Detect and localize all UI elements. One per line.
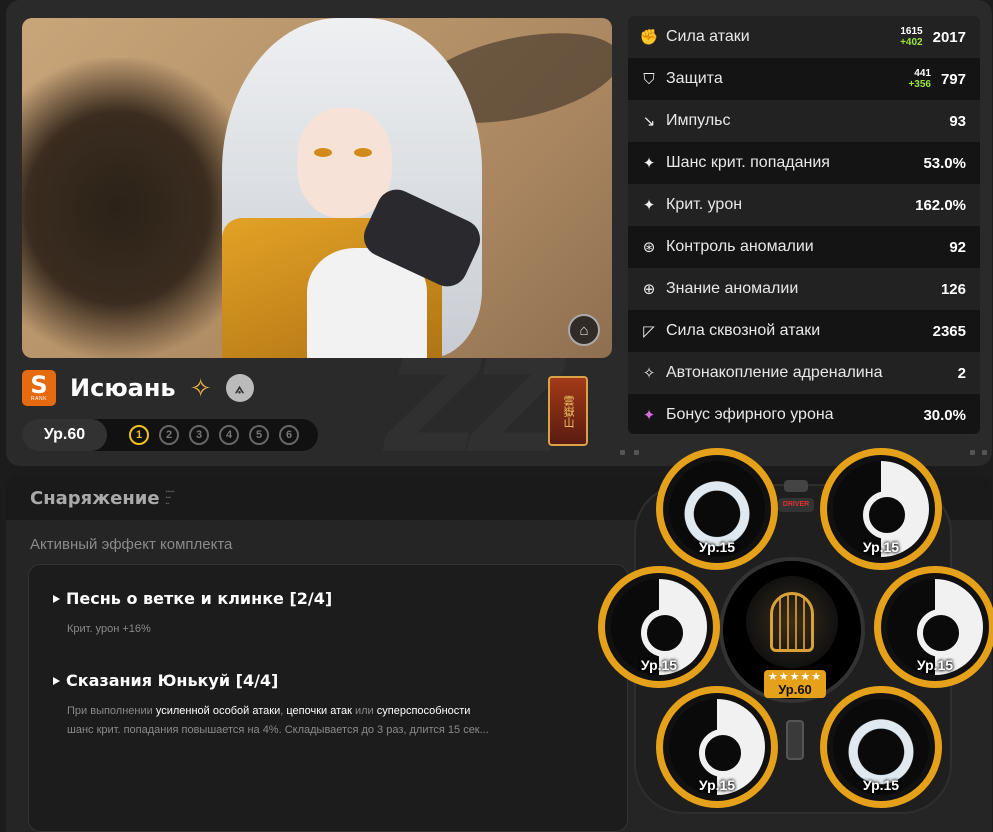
mindscape-indicators: 1 2 3 4 5 6 xyxy=(129,425,299,445)
shield-icon: ⛉ xyxy=(643,70,655,88)
stats-table: ✊ Сила атаки 1615 +402 2017 ⛉ Защита 441… xyxy=(628,16,980,434)
ether-attribute-icon: ✧ xyxy=(189,372,212,403)
active-set-label: Активный эффект комплекта xyxy=(30,536,233,553)
w-engine[interactable] xyxy=(746,576,838,668)
character-portrait: ⌂ xyxy=(22,18,612,358)
rank-badge: S RANK xyxy=(22,370,56,406)
stat-row-pierce: ◸ Сила сквозной атаки 2365 xyxy=(628,310,980,352)
mindscape-5[interactable]: 5 xyxy=(249,425,269,445)
set-effect-desc: При выполнении усиленной особой атаки, ц… xyxy=(67,705,489,736)
stat-row-crit-rate: ✦ Шанс крит. попадания 53.0% xyxy=(628,142,980,184)
mindscape-4[interactable]: 4 xyxy=(219,425,239,445)
mindscape-3[interactable]: 3 xyxy=(189,425,209,445)
anomaly-knowledge-icon: ⊕ xyxy=(642,281,656,298)
faction-icon: ⟑ xyxy=(225,374,254,402)
star-icon: ★★★★★ xyxy=(767,670,823,683)
stat-row-defense: ⛉ Защита 441 +356 797 xyxy=(628,58,980,100)
stat-row-crit-dmg: ✦ Крит. урон 162.0% xyxy=(628,184,980,226)
stat-row-impulse: ↘ Импульс 93 xyxy=(628,100,980,142)
mindscape-1[interactable]: 1 xyxy=(129,425,149,445)
birdcage-icon xyxy=(770,592,814,652)
set-effect-title: Сказания Юнькуй [4/4] xyxy=(53,671,489,690)
anomaly-control-icon: ⊛ xyxy=(642,239,656,256)
drive-disc-4[interactable]: Ур.15 xyxy=(820,686,942,808)
character-header: S RANK Исюань ✧ ⟑ xyxy=(22,370,254,406)
stat-row-anomaly-control: ⊛ Контроль аномалии 92 xyxy=(628,226,980,268)
drive-disc-1[interactable]: Ур.15 xyxy=(656,448,778,570)
crit-rate-icon: ✦ xyxy=(642,155,656,172)
drive-disc-6[interactable]: Ур.15 xyxy=(598,566,720,688)
pierce-icon: ◸ xyxy=(643,323,655,340)
set-effect-title: Песнь о ветке и клинке [2/4] xyxy=(53,589,332,608)
character-level: Ур.60 xyxy=(22,419,107,451)
impulse-icon: ↘ xyxy=(642,113,656,130)
set-effect-1[interactable]: Песнь о ветке и клинке [2/4] Крит. урон … xyxy=(53,589,332,639)
drive-disc-2[interactable]: Ур.15 xyxy=(820,448,942,570)
character-name: Исюань xyxy=(70,374,176,402)
mindscape-6[interactable]: 6 xyxy=(279,425,299,445)
fist-icon: ✊ xyxy=(639,29,659,46)
drive-disc-wheel: DRIVER ★★★★★ Ур.60 Ур.15 Ур.15 Ур.15 Ур.… xyxy=(598,444,993,832)
stat-row-anomaly-knowledge: ⊕ Знание аномалии 126 xyxy=(628,268,980,310)
outfit-hanger-icon[interactable]: ⌂ xyxy=(568,314,600,346)
w-engine-level: ★★★★★ Ур.60 xyxy=(764,670,826,698)
crit-dmg-icon: ✦ xyxy=(642,197,656,214)
set-effects-box: Песнь о ветке и клинке [2/4] Крит. урон … xyxy=(28,564,628,832)
level-bar: Ур.60 1 2 3 4 5 6 xyxy=(22,419,318,451)
adrenaline-icon: ✧ xyxy=(642,365,656,382)
stat-row-attack: ✊ Сила атаки 1615 +402 2017 xyxy=(628,16,980,58)
drive-disc-3[interactable]: Ур.15 xyxy=(874,566,993,688)
stat-row-adrenaline: ✧ Автонакопление адреналина 2 xyxy=(628,352,980,394)
drive-disc-5[interactable]: Ур.15 xyxy=(656,686,778,808)
stat-row-ether-dmg: ✦ Бонус эфирного урона 30.0% xyxy=(628,394,980,434)
equipment-title: Снаряжение xyxy=(30,487,160,509)
set-effect-2[interactable]: Сказания Юнькуй [4/4] При выполнении уси… xyxy=(53,671,489,740)
driver-tag: DRIVER xyxy=(778,498,814,512)
set-effect-desc: Крит. урон +16% xyxy=(67,623,151,635)
mindscape-2[interactable]: 2 xyxy=(159,425,179,445)
bangboo-plaque-icon[interactable]: 雲嶽山 xyxy=(548,376,588,446)
ether-dmg-icon: ✦ xyxy=(642,407,656,424)
